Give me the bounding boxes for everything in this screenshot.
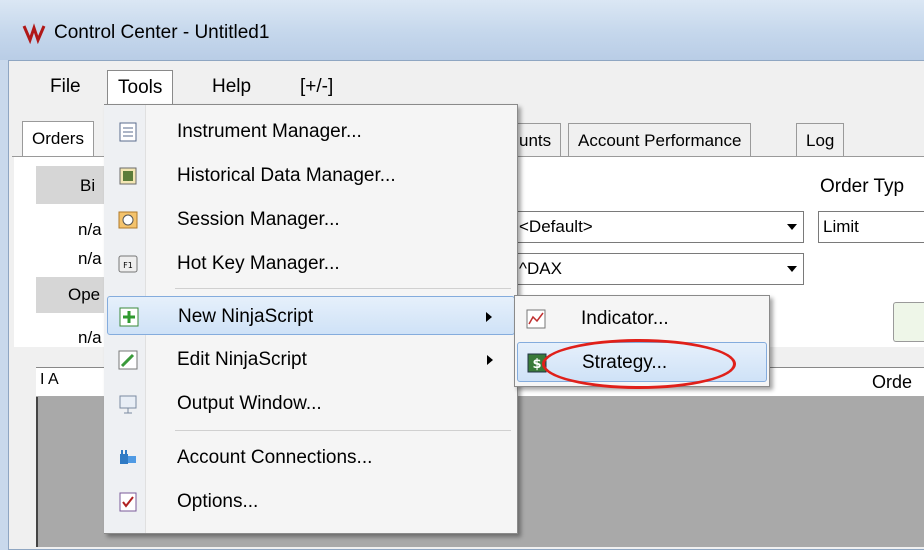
instrument-combo-value: ^DAX — [519, 259, 562, 278]
menu-item-label: Edit NinjaScript — [177, 349, 307, 370]
plus-icon — [119, 307, 139, 327]
order-action-button[interactable] — [893, 302, 924, 342]
open-label: Ope — [68, 285, 101, 304]
order-type-combo[interactable]: Limit — [818, 211, 924, 243]
grid-column-ia: I A — [40, 371, 59, 388]
submenu-arrow-icon — [487, 355, 493, 365]
order-type-combo-value: Limit — [823, 217, 859, 236]
window-title: Control Center - Untitled1 — [54, 22, 270, 43]
menu-expand-toggle[interactable]: [+/-] — [290, 70, 343, 104]
pencil-icon — [118, 350, 138, 370]
menu-help[interactable]: Help — [202, 70, 261, 104]
instrument-combo[interactable]: ^DAX — [514, 253, 804, 285]
bid-value-1: n/a — [78, 220, 102, 239]
tab-account-performance[interactable]: Account Performance — [568, 123, 752, 156]
menu-item-label: Output Window... — [177, 393, 322, 414]
account-combo-value: <Default> — [519, 217, 593, 236]
options-icon — [119, 492, 137, 512]
menu-item-new-ninjascript[interactable]: New NinjaScript — [107, 296, 515, 335]
submenu-arrow-icon — [486, 312, 492, 322]
bid-label: Bi — [80, 176, 96, 195]
grid-column-order: Orde — [872, 372, 913, 392]
chevron-down-icon — [787, 224, 797, 230]
menu-item-label: Hot Key Manager... — [177, 253, 340, 274]
svg-text:$: $ — [532, 357, 541, 372]
menu-file[interactable]: File — [40, 70, 91, 104]
open-value: n/a — [78, 328, 102, 347]
session-icon — [118, 211, 138, 229]
menu-item-output-window[interactable]: Output Window... — [107, 384, 515, 423]
menu-item-label: Options... — [177, 491, 259, 512]
indicator-chart-icon — [526, 309, 546, 329]
menu-item-hot-key-manager[interactable]: F1 Hot Key Manager... — [107, 244, 515, 283]
submenu-item-label: Indicator... — [581, 308, 669, 329]
account-combo[interactable]: <Default> — [514, 211, 804, 243]
menu-tools[interactable]: Tools — [107, 70, 174, 106]
tab-log[interactable]: Log — [796, 123, 845, 156]
historical-data-icon — [119, 167, 137, 185]
menu-item-instrument-manager[interactable]: Instrument Manager... — [107, 112, 515, 151]
menu-item-historical-data-manager[interactable]: Historical Data Manager... — [107, 156, 515, 195]
chevron-down-icon — [787, 266, 797, 272]
menu-item-edit-ninjascript[interactable]: Edit NinjaScript — [107, 340, 515, 379]
menu-separator — [175, 430, 511, 431]
output-window-icon — [119, 395, 137, 414]
menu-item-label: Session Manager... — [177, 209, 340, 230]
submenu-item-indicator[interactable]: Indicator... — [517, 299, 767, 339]
menu-item-label: Instrument Manager... — [177, 121, 362, 142]
svg-text:F1: F1 — [123, 261, 133, 270]
menu-item-label: Account Connections... — [177, 447, 373, 468]
highlight-annotation-ellipse — [542, 339, 736, 389]
plug-icon — [120, 450, 136, 464]
menu-item-session-manager[interactable]: Session Manager... — [107, 200, 515, 239]
ninjatrader-logo-icon — [22, 23, 46, 44]
f1-key-icon: F1 — [118, 255, 138, 273]
menu-item-options[interactable]: Options... — [107, 482, 515, 521]
menu-separator — [175, 288, 511, 289]
tab-orders[interactable]: Orders — [22, 121, 94, 158]
instrument-icon — [119, 122, 137, 142]
menu-item-account-connections[interactable]: Account Connections... — [107, 438, 515, 477]
menu-item-label: Historical Data Manager... — [177, 165, 396, 186]
menu-item-label: New NinjaScript — [178, 306, 314, 327]
bid-value-2: n/a — [78, 249, 102, 268]
order-type-label: Order Typ — [820, 176, 905, 197]
